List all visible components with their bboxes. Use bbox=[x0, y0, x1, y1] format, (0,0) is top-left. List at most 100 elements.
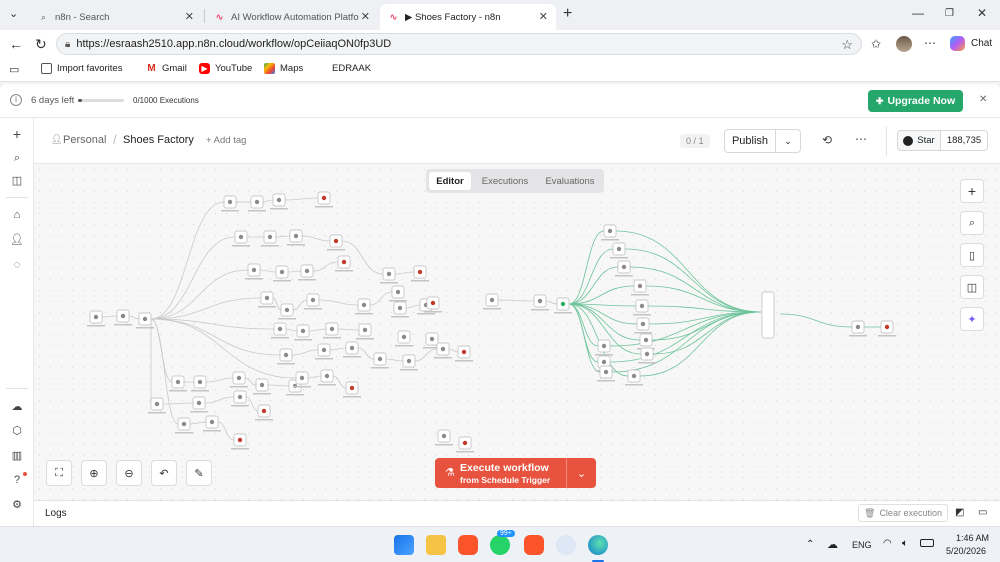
tab-shoes-factory[interactable]: ∿ ▶ Shoes Factory - n8n ✕ bbox=[380, 4, 556, 30]
execute-options-button[interactable]: ⌄ bbox=[566, 458, 596, 488]
clock-time[interactable]: 1:46 AM bbox=[956, 533, 989, 543]
help-icon[interactable]: ? bbox=[10, 473, 24, 487]
bookmark-youtube[interactable]: ▶ YouTube bbox=[199, 63, 252, 74]
history-icon[interactable]: ⟲ bbox=[822, 133, 832, 147]
add-tag-link[interactable]: + Add tag bbox=[206, 135, 246, 146]
favorites-icon[interactable]: ✩ bbox=[871, 37, 881, 51]
github-star-button[interactable]: Star bbox=[897, 130, 941, 151]
node-icon bbox=[236, 375, 242, 381]
back-icon[interactable]: ← bbox=[9, 36, 23, 52]
side-panel-button[interactable]: ◫ bbox=[960, 275, 984, 299]
execute-workflow-button[interactable]: ⚗︎ Execute workflow from Schedule Trigge… bbox=[435, 458, 566, 488]
address-bar[interactable]: 🔒︎ https://esraash2510.app.n8n.cloud/wor… bbox=[56, 33, 862, 55]
templates-icon[interactable]: ⬡ bbox=[10, 424, 24, 438]
brave-icon[interactable] bbox=[458, 535, 478, 555]
bookmark-import[interactable]: Import favorites bbox=[41, 63, 122, 74]
search-icon[interactable]: ⌕ bbox=[10, 151, 24, 165]
snipping-tool-icon[interactable] bbox=[556, 535, 576, 555]
workflow-connection bbox=[244, 377, 257, 386]
bookmark-gmail[interactable]: M Gmail bbox=[146, 63, 187, 74]
tab-ai-workflow[interactable]: ∿ AI Workflow Automation Platform ✕ bbox=[206, 4, 378, 30]
star-count-label: 188,735 bbox=[946, 135, 982, 146]
whatsapp-icon[interactable] bbox=[490, 535, 510, 555]
node-caption bbox=[597, 380, 615, 382]
chat-icon[interactable]: ◌ bbox=[10, 258, 24, 272]
publish-dropdown-button[interactable]: ⌄ bbox=[775, 129, 801, 153]
home-icon[interactable]: ⌂ bbox=[10, 208, 24, 222]
brave-icon[interactable] bbox=[524, 535, 544, 555]
merge-node[interactable] bbox=[761, 291, 775, 339]
workflow-canvas[interactable]: Editor Executions Evaluations + ⌕ ▯ ◫ ✦ … bbox=[34, 164, 1000, 500]
add-node-button[interactable]: + bbox=[960, 179, 984, 203]
node-caption bbox=[87, 325, 105, 327]
edge-icon[interactable] bbox=[588, 535, 608, 555]
logs-panel-bar[interactable]: Logs 🗑︎ Clear execution ◩ ▭ bbox=[34, 500, 1000, 526]
user-icon[interactable]: 👤︎ bbox=[10, 233, 24, 247]
tab-search[interactable]: ⌕ n8n - Search ✕ bbox=[30, 4, 202, 30]
logs-label[interactable]: Logs bbox=[45, 508, 67, 519]
tab-executions[interactable]: Executions bbox=[474, 172, 536, 190]
close-tab-icon[interactable]: ✕ bbox=[361, 10, 370, 23]
close-banner-icon[interactable]: ✕ bbox=[979, 94, 987, 105]
github-star-count[interactable]: 188,735 bbox=[940, 130, 988, 151]
undo-button[interactable]: ↶ bbox=[151, 460, 177, 486]
more-options-icon[interactable]: ⋯ bbox=[855, 132, 867, 146]
clock-date[interactable]: 5/20/2026 bbox=[946, 546, 986, 556]
start-icon[interactable] bbox=[394, 535, 414, 555]
close-window-icon[interactable]: ✕ bbox=[977, 6, 987, 20]
new-tab-icon[interactable]: + bbox=[563, 5, 572, 23]
settings-icon[interactable]: ⚙︎ bbox=[10, 498, 24, 512]
publish-button[interactable]: Publish bbox=[724, 129, 776, 153]
tidy-up-button[interactable]: ✎ bbox=[186, 460, 212, 486]
bookmark-edraak[interactable]: EDRAAK bbox=[332, 63, 371, 74]
zoom-out-button[interactable]: ⊖ bbox=[116, 460, 142, 486]
close-tab-icon[interactable]: ✕ bbox=[185, 10, 194, 23]
cloud-icon[interactable]: ☁︎ bbox=[10, 400, 24, 414]
bookmark-maps[interactable]: Maps bbox=[264, 63, 303, 74]
more-menu-icon[interactable]: ⋯ bbox=[924, 36, 936, 50]
workflow-graph[interactable] bbox=[34, 164, 1000, 500]
fit-view-button[interactable]: ⛶ bbox=[46, 460, 72, 486]
popout-icon[interactable]: ◩ bbox=[955, 507, 964, 518]
tab-label: Executions bbox=[481, 175, 529, 187]
tab-editor[interactable]: Editor bbox=[429, 172, 471, 190]
file-explorer-icon[interactable] bbox=[426, 535, 446, 555]
workflow-connection bbox=[291, 349, 319, 356]
breadcrumb-owner[interactable]: Personal bbox=[63, 134, 106, 146]
reload-icon[interactable]: ↻ bbox=[35, 36, 47, 53]
show-hidden-icons[interactable]: ⌃ bbox=[806, 539, 814, 550]
node-caption bbox=[221, 210, 239, 212]
node-caption bbox=[253, 393, 271, 395]
add-icon[interactable]: + bbox=[10, 127, 24, 141]
panel-toggle-icon[interactable]: ◫ bbox=[10, 174, 24, 188]
clear-execution-button[interactable]: 🗑︎ Clear execution bbox=[858, 504, 948, 522]
close-tab-icon[interactable]: ✕ bbox=[539, 10, 548, 23]
favorite-star-icon[interactable]: ☆ bbox=[841, 37, 853, 53]
avatar[interactable] bbox=[896, 36, 912, 52]
language-indicator[interactable]: ENG bbox=[852, 540, 872, 550]
node-caption bbox=[400, 369, 418, 371]
chevron-down-icon: ⌄ bbox=[576, 467, 587, 480]
reading-list-icon[interactable]: ▭ bbox=[9, 63, 19, 76]
sticky-note-button[interactable]: ▯ bbox=[960, 243, 984, 267]
workflow-name[interactable]: Shoes Factory bbox=[123, 134, 194, 146]
volume-icon[interactable]: 🔈︎ bbox=[902, 538, 908, 549]
zoom-in-button[interactable]: ⊕ bbox=[81, 460, 107, 486]
weather-icon[interactable]: ☁︎ bbox=[827, 538, 838, 551]
site-info-icon[interactable]: 🔒︎ bbox=[65, 39, 70, 50]
search-nodes-button[interactable]: ⌕ bbox=[960, 211, 984, 235]
insights-icon[interactable]: ▥ bbox=[10, 449, 24, 463]
chat-label[interactable]: Chat bbox=[971, 38, 992, 49]
workflow-connection bbox=[448, 348, 459, 353]
battery-icon[interactable] bbox=[920, 539, 934, 547]
node-caption bbox=[554, 312, 572, 314]
wifi-icon[interactable]: ◠ bbox=[883, 538, 892, 549]
minimize-icon[interactable]: — bbox=[912, 6, 924, 20]
copilot-icon[interactable] bbox=[950, 36, 965, 51]
collapse-icon[interactable]: ▭ bbox=[978, 507, 987, 518]
upgrade-button[interactable]: ✚ Upgrade Now bbox=[868, 90, 963, 112]
tab-evaluations[interactable]: Evaluations bbox=[538, 172, 602, 190]
restore-icon[interactable]: ❐ bbox=[945, 8, 954, 19]
ai-assistant-button[interactable]: ✦ bbox=[960, 307, 984, 331]
tab-actions-icon[interactable]: ⌄ bbox=[9, 7, 18, 20]
